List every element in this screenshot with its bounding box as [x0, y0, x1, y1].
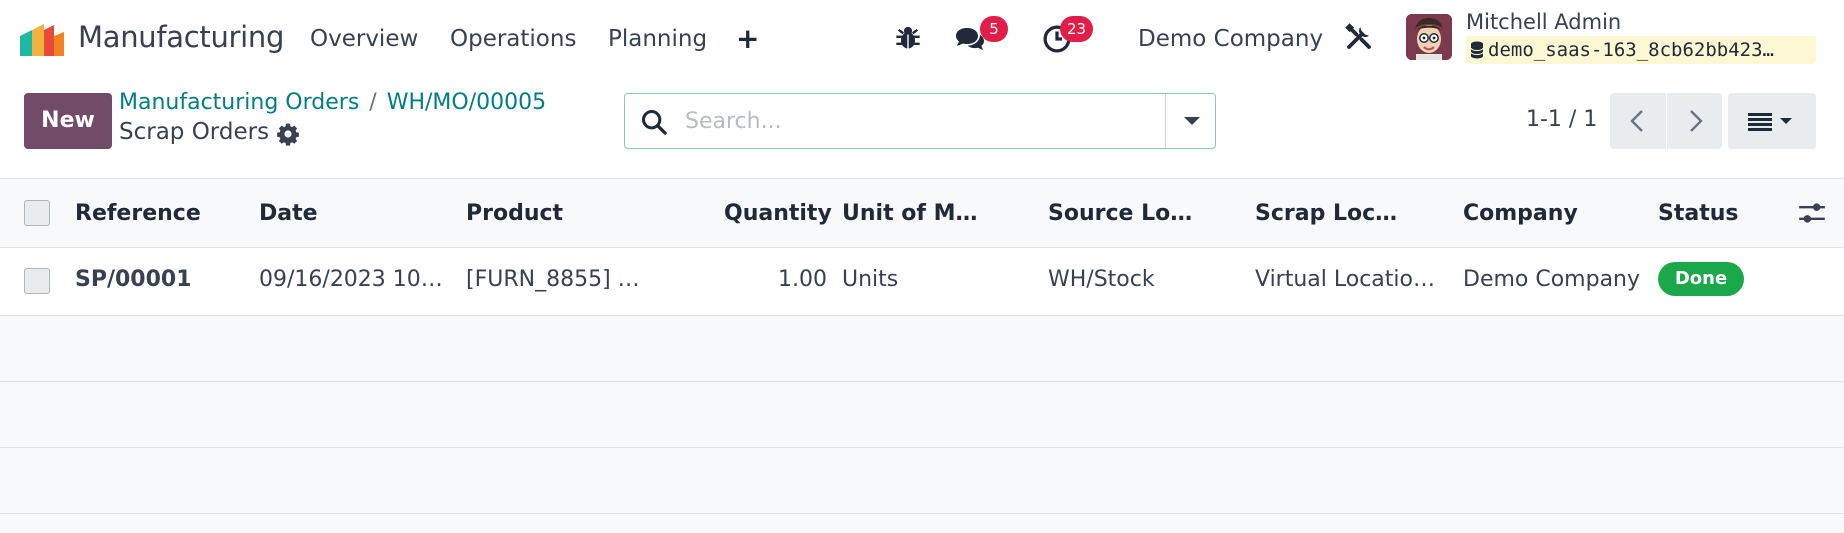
chevron-right-icon [1690, 110, 1703, 132]
cell-source-location: WH/Stock [1048, 267, 1155, 292]
cell-date: 09/16/2023 10… [259, 267, 443, 292]
cell-unit-of-measure: Units [842, 267, 899, 292]
search-options-toggle[interactable] [1165, 94, 1215, 148]
empty-row [0, 514, 1844, 533]
table-row[interactable]: SP/00001 09/16/2023 10… [FURN_8855] … 1.… [0, 248, 1844, 316]
search-icon [641, 109, 667, 135]
view-switcher-button[interactable] [1728, 93, 1816, 149]
user-name[interactable]: Mitchell Admin [1466, 10, 1621, 34]
table-header: Reference Date Product Quantity Unit of … [0, 178, 1844, 248]
manufacturing-app-icon[interactable] [18, 22, 66, 56]
user-avatar-image [1406, 14, 1452, 60]
breadcrumb-separator: / [369, 90, 377, 115]
database-icon [1470, 41, 1484, 59]
status-badge: Done [1658, 262, 1744, 296]
new-button[interactable]: New [24, 93, 112, 149]
select-all-checkbox[interactable] [24, 200, 50, 226]
row-checkbox[interactable] [24, 268, 50, 294]
menu-overview[interactable]: Overview [310, 26, 418, 52]
gear-icon[interactable] [276, 122, 300, 146]
list-view-icon [1748, 113, 1792, 131]
menu-planning[interactable]: Planning [608, 26, 707, 52]
column-options-icon[interactable] [1798, 199, 1826, 227]
empty-row [0, 316, 1844, 382]
pager-next-button[interactable] [1666, 93, 1722, 149]
pager-value[interactable]: 1-1 / 1 [1526, 107, 1597, 132]
database-name: demo_saas-163_8cb62bb423… [1488, 39, 1774, 61]
breadcrumb-manufacturing-orders[interactable]: Manufacturing Orders [119, 90, 359, 115]
company-switcher[interactable]: Demo Company [1138, 26, 1323, 52]
breadcrumb-mo-record[interactable]: WH/MO/00005 [387, 90, 546, 115]
database-indicator[interactable]: demo_saas-163_8cb62bb423… [1466, 36, 1816, 64]
empty-row [0, 382, 1844, 448]
column-source-location[interactable]: Source Lo… [1048, 201, 1192, 226]
cell-quantity: 1.00 [778, 267, 827, 292]
column-status[interactable]: Status [1658, 201, 1738, 226]
bug-icon[interactable] [894, 24, 922, 52]
menu-operations[interactable]: Operations [450, 26, 576, 52]
column-date[interactable]: Date [259, 201, 318, 226]
pager-previous-button[interactable] [1610, 93, 1666, 149]
column-unit-of-measure[interactable]: Unit of M… [842, 201, 977, 226]
cell-company: Demo Company [1463, 267, 1641, 292]
search-bar [624, 93, 1216, 149]
app-name[interactable]: Manufacturing [78, 20, 284, 54]
chat-badge: 5 [980, 16, 1008, 42]
column-product[interactable]: Product [466, 201, 563, 226]
empty-row [0, 448, 1844, 514]
add-menu-button[interactable]: + [736, 22, 759, 55]
top-navbar: Manufacturing Overview Operations Planni… [0, 0, 1844, 76]
activity-badge: 23 [1060, 16, 1094, 42]
column-scrap-location[interactable]: Scrap Loc… [1255, 201, 1397, 226]
tools-icon[interactable] [1344, 22, 1374, 52]
cell-reference: SP/00001 [75, 267, 192, 292]
column-company[interactable]: Company [1463, 201, 1578, 226]
breadcrumb: Manufacturing Orders / WH/MO/00005 [119, 90, 546, 115]
avatar[interactable] [1406, 14, 1452, 60]
cell-scrap-location: Virtual Locatio… [1255, 267, 1435, 292]
page-title: Scrap Orders [119, 119, 270, 145]
cell-product: [FURN_8855] … [466, 267, 640, 292]
column-quantity[interactable]: Quantity [724, 201, 832, 226]
search-input[interactable] [685, 104, 1185, 138]
column-reference[interactable]: Reference [75, 201, 201, 226]
chevron-left-icon [1630, 110, 1643, 132]
